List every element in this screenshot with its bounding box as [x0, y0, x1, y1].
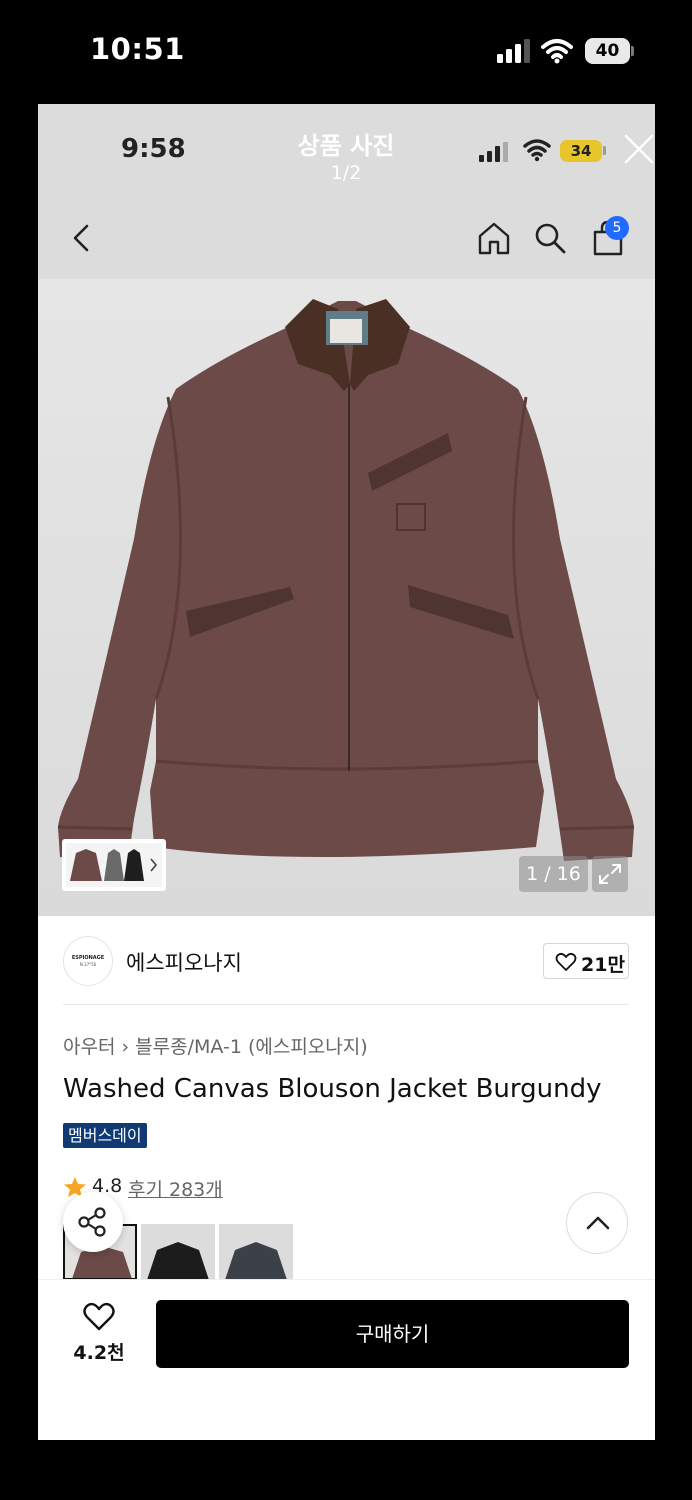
wishlist-button[interactable]: 4.2천: [68, 1298, 130, 1368]
share-button[interactable]: [63, 1192, 123, 1252]
wifi-icon: [541, 39, 573, 64]
viewer-page-counter: 1/2: [330, 162, 362, 184]
expand-button[interactable]: [592, 856, 628, 892]
breadcrumb-category[interactable]: 아우터: [63, 1036, 115, 1058]
brand-logo[interactable]: ESPIONAGE N.37°56: [63, 936, 113, 986]
brand-like-button[interactable]: 21만: [543, 943, 629, 979]
wishlist-count: 4.2천: [73, 1342, 125, 1364]
share-icon: [78, 1207, 106, 1237]
jacket-illustration: [57, 299, 635, 861]
thumbnail-strip[interactable]: [62, 839, 166, 891]
home-icon[interactable]: [476, 220, 512, 256]
inner-status-time: 9:58: [121, 134, 186, 164]
photo-counter: 1 / 16: [519, 856, 588, 892]
close-icon[interactable]: [622, 132, 655, 166]
buy-button[interactable]: 구매하기: [156, 1300, 629, 1368]
color-option-black[interactable]: [141, 1224, 215, 1280]
battery-icon: 34: [560, 140, 602, 162]
product-image[interactable]: 1 / 16: [38, 279, 655, 916]
breadcrumb: 아우터 › 블루종/MA-1 (에스피오나지): [63, 1032, 368, 1059]
divider: [63, 1004, 629, 1005]
signal-icon: [479, 142, 508, 162]
review-count-link[interactable]: 후기 283개: [128, 1175, 223, 1202]
cart-count-badge: 5: [605, 216, 629, 240]
chevron-up-icon: [586, 1216, 610, 1230]
color-option-charcoal[interactable]: [219, 1224, 293, 1280]
outer-status-bar: 10:51 40: [0, 0, 692, 100]
back-icon[interactable]: [68, 222, 94, 254]
product-photo-viewer: 9:58 상품 사진 1/2 34 5 1 / 16 ESPIONAGE N.3…: [38, 104, 655, 1440]
battery-icon: 40: [585, 38, 635, 64]
battery-level: 40: [585, 38, 630, 64]
wifi-icon: [523, 139, 551, 162]
members-day-badge: 멤버스데이: [63, 1123, 147, 1148]
bottom-action-bar: 4.2천 구매하기: [38, 1279, 655, 1440]
search-icon[interactable]: [532, 220, 568, 256]
thumbnail-preview: [66, 843, 162, 887]
brand-name[interactable]: 에스피오나지: [126, 947, 242, 977]
product-title: Washed Canvas Blouson Jacket Burgundy: [63, 1074, 602, 1104]
viewer-title: 상품 사진: [297, 132, 395, 160]
chevron-right-icon: ›: [121, 1036, 130, 1058]
brand-row: ESPIONAGE N.37°56 에스피오나지 21만: [38, 916, 655, 1006]
outer-status-time: 10:51: [90, 32, 185, 66]
expand-icon: [599, 864, 621, 884]
heart-icon: [555, 952, 577, 971]
brand-like-count: 21만: [581, 954, 625, 976]
viewer-header: 9:58 상품 사진 1/2 34 5: [38, 104, 655, 279]
breadcrumb-subcategory[interactable]: 블루종/MA-1 (에스피오나지): [135, 1036, 368, 1058]
signal-icon: [497, 39, 530, 63]
scroll-top-button[interactable]: [566, 1192, 628, 1254]
heart-icon: [83, 1302, 115, 1331]
